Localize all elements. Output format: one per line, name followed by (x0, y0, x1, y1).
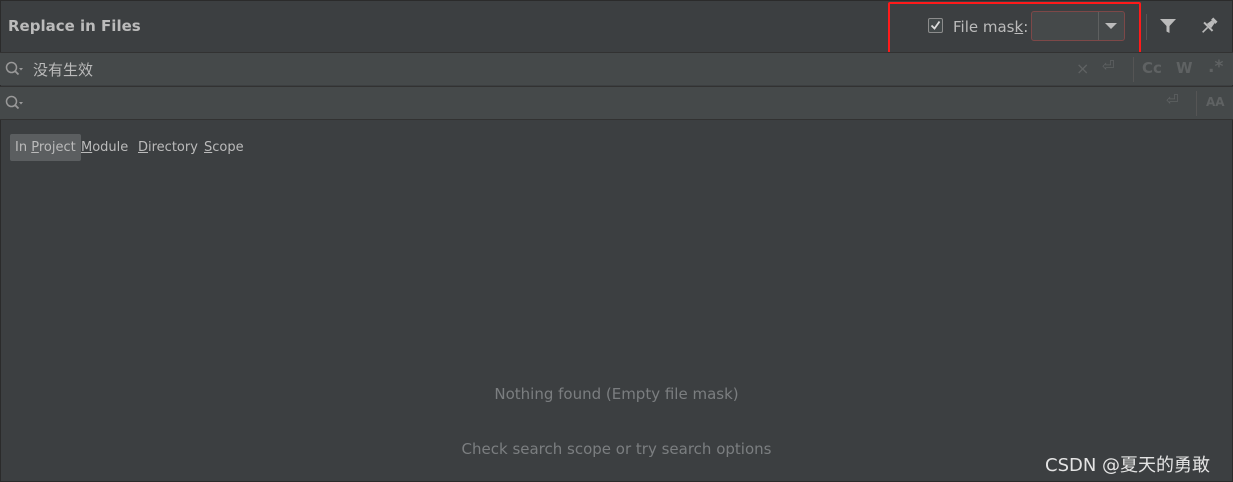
tab-module[interactable]: Module (81, 134, 128, 161)
pin-icon[interactable] (1199, 16, 1221, 38)
search-history-icon[interactable] (5, 95, 25, 111)
watermark: CSDN @夏天的勇敢 (1045, 455, 1211, 476)
options-separator (1133, 57, 1134, 82)
search-history-icon[interactable] (5, 61, 25, 77)
divider (0, 119, 1233, 120)
options-separator (1196, 91, 1197, 116)
empty-results-title: Nothing found (Empty file mask) (494, 385, 739, 403)
tab-directory[interactable]: Directory (138, 134, 198, 161)
tab-in-project[interactable]: In Project (10, 134, 81, 161)
replace-row: ⏎ AA (0, 86, 1233, 119)
new-line-icon[interactable]: ⏎ (1166, 91, 1179, 109)
filter-icon[interactable] (1158, 16, 1180, 38)
regex-toggle[interactable]: .* (1208, 57, 1223, 77)
dialog-title: Replace in Files (8, 17, 141, 35)
new-line-icon[interactable]: ⏎ (1102, 57, 1115, 75)
match-case-toggle[interactable]: Cc (1142, 59, 1162, 77)
find-input[interactable]: 没有生效 (33, 59, 93, 80)
header-separator (1146, 14, 1147, 40)
whole-words-toggle[interactable]: W (1176, 59, 1193, 77)
preserve-case-toggle[interactable]: AA (1206, 95, 1225, 109)
tab-scope[interactable]: Scope (204, 134, 244, 161)
find-row: 没有生效 × ⏎ Cc W .* (0, 52, 1233, 85)
clear-icon[interactable]: × (1076, 59, 1089, 78)
